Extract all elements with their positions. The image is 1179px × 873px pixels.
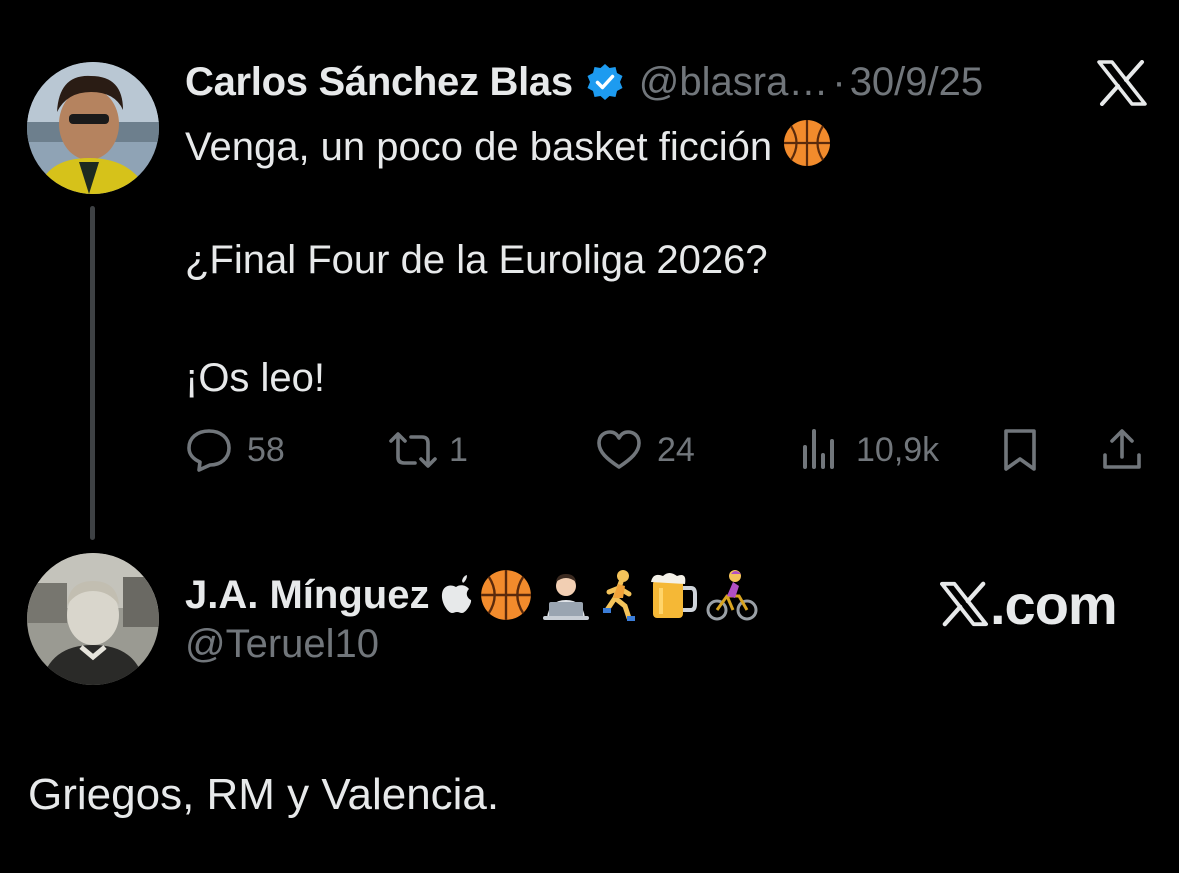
reply-body: Griegos, RM y Valencia.: [28, 770, 500, 819]
thread-connector-line: [90, 206, 95, 540]
header-separator: ·: [832, 59, 846, 104]
reply-icon: [187, 429, 231, 472]
retweet-button[interactable]: 1: [385, 420, 468, 480]
like-button[interactable]: 24: [595, 420, 695, 480]
name-emoji-row: [439, 568, 765, 622]
basketball-icon: [782, 118, 832, 179]
views-chart-icon: [803, 429, 834, 469]
share-button[interactable]: [1100, 420, 1144, 480]
basketball-icon: [481, 570, 532, 620]
tweet-line: ¿Final Four de la Euroliga 2026?: [185, 238, 768, 282]
reply-author-name[interactable]: J.A. Mínguez: [185, 573, 429, 618]
x-logo-icon: [940, 581, 988, 627]
x-logo-icon[interactable]: [1097, 60, 1147, 106]
x-com-watermark: .com: [940, 572, 1118, 636]
author-handle[interactable]: @blasra…: [639, 60, 829, 105]
beer-mug-icon: [651, 573, 698, 618]
tweet-header: Carlos Sánchez Blas @blasra… · 30/9/25: [185, 52, 1085, 112]
bookmark-icon: [1004, 429, 1036, 471]
tweet-line: ¡Os leo!: [185, 356, 326, 400]
watermark-text: .com: [990, 572, 1118, 636]
retweet-icon: [389, 432, 437, 468]
reply-author-avatar[interactable]: [27, 553, 159, 685]
runner-icon: [603, 570, 636, 621]
technologist-icon: [543, 574, 590, 620]
tweet-thread-screenshot: Carlos Sánchez Blas @blasra… · 30/9/25 V…: [0, 0, 1179, 873]
apple-logo-icon: [442, 575, 472, 613]
reply-header: J.A. Mínguez: [185, 565, 765, 625]
share-icon: [1103, 429, 1141, 469]
retweet-count: 1: [449, 430, 468, 469]
reply-author-handle[interactable]: @Teruel10: [185, 622, 379, 667]
verified-badge-icon: [585, 62, 625, 102]
view-count: 10,9k: [856, 430, 940, 469]
reply-count: 58: [247, 430, 285, 469]
heart-icon: [597, 430, 641, 469]
cyclist-icon: [706, 570, 758, 621]
tweet-line: Venga, un poco de basket ficción: [185, 118, 1145, 169]
views-button[interactable]: 10,9k: [800, 420, 939, 480]
tweet-actions-bar: 58 1 24 10,9k: [185, 420, 1155, 480]
reply-button[interactable]: 58: [185, 420, 285, 480]
like-count: 24: [657, 430, 695, 469]
author-name[interactable]: Carlos Sánchez Blas: [185, 60, 573, 105]
tweet-date[interactable]: 30/9/25: [850, 60, 983, 105]
tweet-body: Venga, un poco de basket ficción ¿Final …: [185, 118, 1145, 402]
author-avatar[interactable]: [27, 62, 159, 194]
bookmark-button[interactable]: [1000, 420, 1040, 480]
